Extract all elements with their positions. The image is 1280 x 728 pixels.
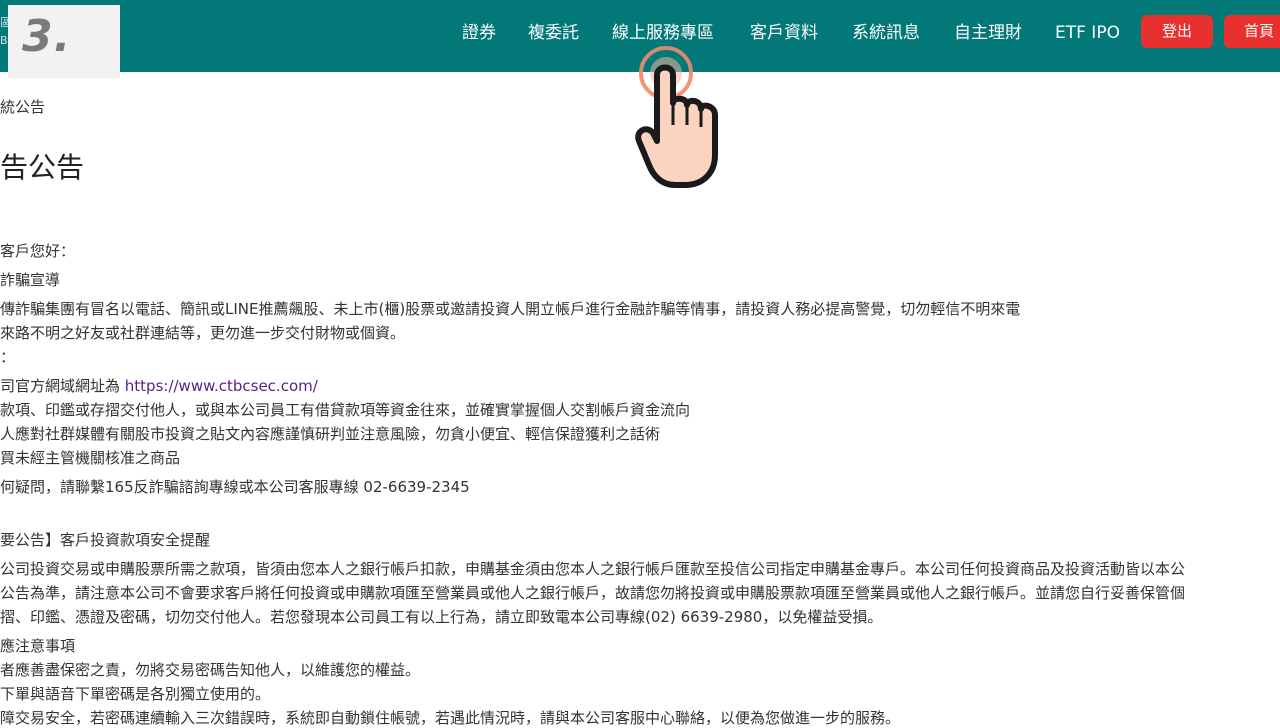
attention-item-2: 下單與語音下單密碼是各別獨立使用的。 bbox=[0, 685, 271, 703]
important-paragraph-line-3: 摺、印鑑、憑證及密碼，切勿交付他人。若您發現本公司員工有以上行為，請立即致電本公… bbox=[0, 608, 883, 626]
attention-item-3: 障交易安全，若密碼連續輸入三次錯誤時，系統即自動鎖住帳號，若遇此情況時，請與本公… bbox=[0, 709, 901, 727]
fraud-paragraph-line-1: 傳詐騙集團有冒名以電話、簡訊或LINE推薦飆股、未上市(櫃)股票或邀請投資人開立… bbox=[0, 300, 1021, 318]
home-button[interactable]: 首頁 bbox=[1224, 15, 1280, 48]
fraud-heading: 詐騙宣導 bbox=[0, 271, 61, 289]
list-item: 買未經主管機關核准之商品 bbox=[0, 449, 181, 467]
important-paragraph-line-1: 公司投資交易或申購股票所需之款項，皆須由您本人之銀行帳戶扣款，申購基金須由您本人… bbox=[0, 560, 1186, 578]
nav-item-sub-brokerage[interactable]: 複委託 bbox=[528, 19, 579, 47]
step-number: 3. bbox=[22, 11, 72, 62]
official-site-label: 司官方網域網址為 bbox=[0, 377, 125, 395]
contact-line: 何疑問，請聯繫165反詐騙諮詢專線或本公司客服專線 02-6639-2345 bbox=[0, 478, 470, 496]
logout-button[interactable]: 登出 bbox=[1141, 15, 1213, 48]
list-item: 人應對社群媒體有關股市投資之貼文內容應謹慎研判並注意風險，勿貪小便宜、輕信保證獲… bbox=[0, 425, 661, 443]
nav-item-customer-data[interactable]: 客戶資料 bbox=[750, 19, 818, 47]
list-intro: ： bbox=[0, 348, 16, 366]
nav-item-securities[interactable]: 證券 bbox=[462, 19, 496, 47]
attention-heading: 應注意事項 bbox=[0, 637, 76, 655]
nav-item-system-messages[interactable]: 系統訊息 bbox=[852, 19, 920, 47]
attention-item-1: 者應善盡保密之責，勿將交易密碼告知他人，以維護您的權益。 bbox=[0, 661, 421, 679]
greeting-text: 客戶您好： bbox=[0, 242, 76, 260]
list-item: 款項、印鑑或存摺交付他人，或與本公司員工有借貸款項等資金往來，並確實掌握個人交割… bbox=[0, 401, 691, 419]
pointing-hand-icon bbox=[635, 46, 718, 188]
nav-item-self-finance[interactable]: 自主理財 bbox=[954, 19, 1022, 47]
breadcrumb[interactable]: 統公告 bbox=[0, 96, 45, 117]
fraud-paragraph-line-2: 來路不明之好友或社群連結等，更勿進一步交付財物或個資。 bbox=[0, 324, 406, 342]
important-heading: 要公告】客戶投資款項安全提醒 bbox=[0, 531, 211, 549]
official-site-link[interactable]: https://www.ctbcsec.com/ bbox=[125, 377, 318, 395]
step-label: 3. bbox=[8, 5, 120, 78]
important-paragraph-line-2: 公告為準，請注意本公司不會要求客戶將任何投資或申購款項匯至營業員或他人之銀行帳戶… bbox=[0, 584, 1186, 602]
nav-item-etf-ipo[interactable]: ETF IPO bbox=[1055, 19, 1120, 47]
official-site-line: 司官方網域網址為 https://www.ctbcsec.com/ bbox=[0, 375, 318, 396]
page-title: 告公告 bbox=[0, 151, 85, 184]
